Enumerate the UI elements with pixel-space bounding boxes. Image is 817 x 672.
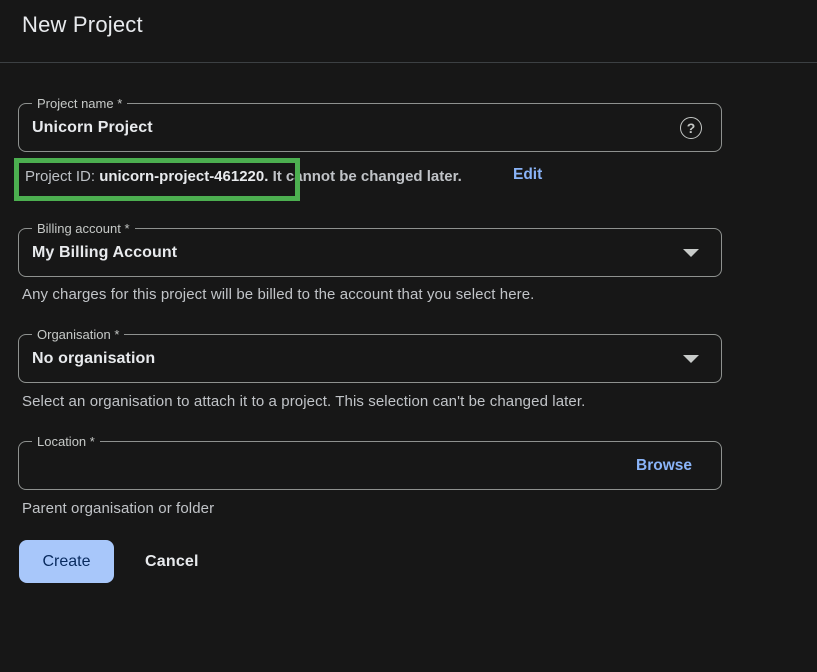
dropdown-caret-icon[interactable] — [683, 355, 699, 363]
dropdown-caret-icon[interactable] — [683, 249, 699, 257]
project-name-field[interactable]: Project name * Unicorn Project ? — [18, 103, 722, 152]
edit-project-id-link[interactable]: Edit — [513, 166, 542, 184]
help-icon[interactable]: ? — [680, 117, 702, 139]
project-id-prefix: Project ID: — [25, 168, 99, 185]
organisation-select[interactable]: Organisation * No organisation — [18, 334, 722, 383]
create-button[interactable]: Create — [19, 540, 114, 583]
project-name-value[interactable]: Unicorn Project — [32, 104, 153, 151]
new-project-page: New Project Project name * Unicorn Proje… — [0, 0, 817, 672]
location-label: Location * — [32, 434, 100, 450]
project-id-text: Project ID: unicorn-project-461220. It c… — [25, 167, 462, 186]
billing-helper-text: Any charges for this project will be bil… — [22, 286, 534, 303]
header-divider — [0, 62, 817, 63]
location-helper-text: Parent organisation or folder — [22, 500, 214, 517]
project-id-value: unicorn-project-461220. — [99, 168, 268, 185]
location-field[interactable]: Location * Browse — [18, 441, 722, 490]
billing-account-select[interactable]: Billing account * My Billing Account — [18, 228, 722, 277]
cancel-button[interactable]: Cancel — [133, 540, 211, 583]
browse-button[interactable]: Browse — [636, 442, 692, 489]
organisation-helper-text: Select an organisation to attach it to a… — [22, 393, 585, 410]
project-id-note: It cannot be changed later. — [268, 168, 461, 185]
organisation-value[interactable]: No organisation — [32, 335, 155, 382]
billing-account-value[interactable]: My Billing Account — [32, 229, 177, 276]
page-title: New Project — [22, 12, 143, 38]
